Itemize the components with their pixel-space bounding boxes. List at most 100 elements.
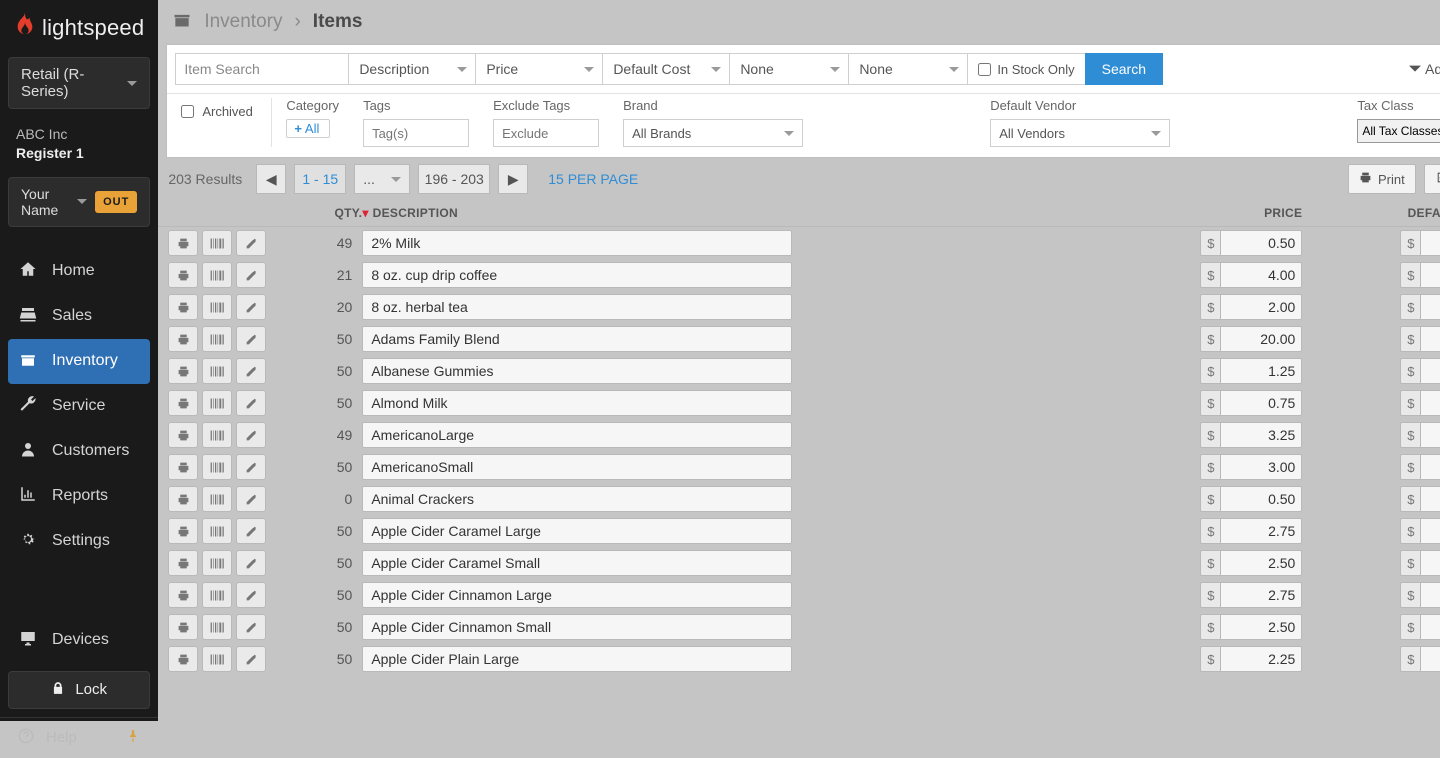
brand-select[interactable]: All Brands — [623, 119, 803, 147]
cell-description-input[interactable] — [362, 582, 792, 608]
per-page-link[interactable]: 15 PER PAGE — [548, 171, 638, 187]
cell-cost-input[interactable] — [1420, 486, 1440, 512]
col-description[interactable]: ▾DESCRIPTION — [362, 206, 1102, 220]
lock-button[interactable]: Lock — [8, 671, 150, 709]
nav-inventory[interactable]: Inventory — [8, 339, 150, 384]
cell-cost-input[interactable] — [1420, 550, 1440, 576]
col-qty[interactable]: QTY. — [282, 206, 362, 220]
cell-cost-input[interactable] — [1420, 262, 1440, 288]
row-edit-button[interactable] — [236, 550, 266, 576]
cell-price-input[interactable] — [1220, 422, 1302, 448]
nav-service[interactable]: Service — [0, 384, 158, 429]
cell-cost-input[interactable] — [1420, 326, 1440, 352]
cell-description-input[interactable] — [362, 358, 792, 384]
row-edit-button[interactable] — [236, 646, 266, 672]
print-button[interactable]: Print — [1348, 164, 1416, 194]
page-range-current[interactable]: 1 - 15 — [294, 164, 346, 194]
row-barcode-button[interactable] — [202, 614, 232, 640]
row-barcode-button[interactable] — [202, 326, 232, 352]
cell-cost-input[interactable] — [1420, 518, 1440, 544]
cell-price-input[interactable] — [1220, 646, 1302, 672]
vendor-select[interactable]: All Vendors — [990, 119, 1170, 147]
cell-cost-input[interactable] — [1420, 646, 1440, 672]
page-range-last[interactable]: 196 - 203 — [418, 164, 490, 194]
row-barcode-button[interactable] — [202, 518, 232, 544]
cell-description-input[interactable] — [362, 262, 792, 288]
row-edit-button[interactable] — [236, 326, 266, 352]
cell-cost-input[interactable] — [1420, 614, 1440, 640]
nav-devices[interactable]: Devices — [0, 618, 158, 663]
cell-description-input[interactable] — [362, 454, 792, 480]
row-print-button[interactable] — [168, 326, 198, 352]
row-barcode-button[interactable] — [202, 390, 232, 416]
archived-checkbox[interactable]: Archived — [175, 98, 271, 119]
row-print-button[interactable] — [168, 550, 198, 576]
row-print-button[interactable] — [168, 358, 198, 384]
row-print-button[interactable] — [168, 390, 198, 416]
page-prev-button[interactable]: ◀ — [256, 164, 286, 194]
page-jump-select[interactable]: ... — [354, 164, 410, 194]
row-edit-button[interactable] — [236, 422, 266, 448]
advanced-toggle[interactable]: Advanced — [1401, 53, 1440, 85]
field3-select[interactable]: Default Cost — [602, 53, 730, 85]
cell-cost-input[interactable] — [1420, 390, 1440, 416]
pin-icon[interactable] — [126, 729, 140, 747]
row-print-button[interactable] — [168, 262, 198, 288]
row-print-button[interactable] — [168, 230, 198, 256]
item-search-input[interactable] — [175, 53, 349, 85]
cell-price-input[interactable] — [1220, 582, 1302, 608]
page-next-button[interactable]: ▶ — [498, 164, 528, 194]
cell-price-input[interactable] — [1220, 326, 1302, 352]
export-button[interactable]: Export — [1424, 164, 1440, 194]
row-barcode-button[interactable] — [202, 582, 232, 608]
nav-home[interactable]: Home — [0, 249, 158, 294]
row-edit-button[interactable] — [236, 454, 266, 480]
row-barcode-button[interactable] — [202, 486, 232, 512]
category-all-link[interactable]: +All — [286, 119, 330, 138]
cell-cost-input[interactable] — [1420, 454, 1440, 480]
row-edit-button[interactable] — [236, 230, 266, 256]
row-edit-button[interactable] — [236, 390, 266, 416]
row-barcode-button[interactable] — [202, 294, 232, 320]
cell-description-input[interactable] — [362, 230, 792, 256]
cell-price-input[interactable] — [1220, 614, 1302, 640]
cell-price-input[interactable] — [1220, 294, 1302, 320]
col-default-cost[interactable]: DEFAULT COST — [1302, 206, 1440, 220]
field5-select[interactable]: None — [848, 53, 968, 85]
taxclass-select[interactable]: All Tax Classes — [1357, 119, 1440, 143]
cell-price-input[interactable] — [1220, 550, 1302, 576]
field2-select[interactable]: Price — [475, 53, 603, 85]
row-print-button[interactable] — [168, 646, 198, 672]
breadcrumb-parent[interactable]: Inventory — [204, 11, 282, 33]
row-edit-button[interactable] — [236, 518, 266, 544]
row-print-button[interactable] — [168, 486, 198, 512]
row-print-button[interactable] — [168, 518, 198, 544]
cell-description-input[interactable] — [362, 518, 792, 544]
row-print-button[interactable] — [168, 614, 198, 640]
field1-select[interactable]: Description — [348, 53, 476, 85]
row-print-button[interactable] — [168, 422, 198, 448]
cell-cost-input[interactable] — [1420, 358, 1440, 384]
cell-cost-input[interactable] — [1420, 582, 1440, 608]
row-barcode-button[interactable] — [202, 262, 232, 288]
field4-select[interactable]: None — [729, 53, 849, 85]
row-barcode-button[interactable] — [202, 550, 232, 576]
row-barcode-button[interactable] — [202, 358, 232, 384]
cell-price-input[interactable] — [1220, 390, 1302, 416]
cell-price-input[interactable] — [1220, 230, 1302, 256]
nav-settings[interactable]: Settings — [0, 519, 158, 564]
row-edit-button[interactable] — [236, 614, 266, 640]
nav-customers[interactable]: Customers — [0, 429, 158, 474]
row-edit-button[interactable] — [236, 486, 266, 512]
cell-description-input[interactable] — [362, 422, 792, 448]
cell-description-input[interactable] — [362, 486, 792, 512]
row-print-button[interactable] — [168, 454, 198, 480]
search-button[interactable]: Search — [1085, 53, 1163, 85]
cell-description-input[interactable] — [362, 646, 792, 672]
row-barcode-button[interactable] — [202, 646, 232, 672]
cell-description-input[interactable] — [362, 390, 792, 416]
cell-description-input[interactable] — [362, 614, 792, 640]
row-barcode-button[interactable] — [202, 230, 232, 256]
cell-price-input[interactable] — [1220, 486, 1302, 512]
row-print-button[interactable] — [168, 582, 198, 608]
